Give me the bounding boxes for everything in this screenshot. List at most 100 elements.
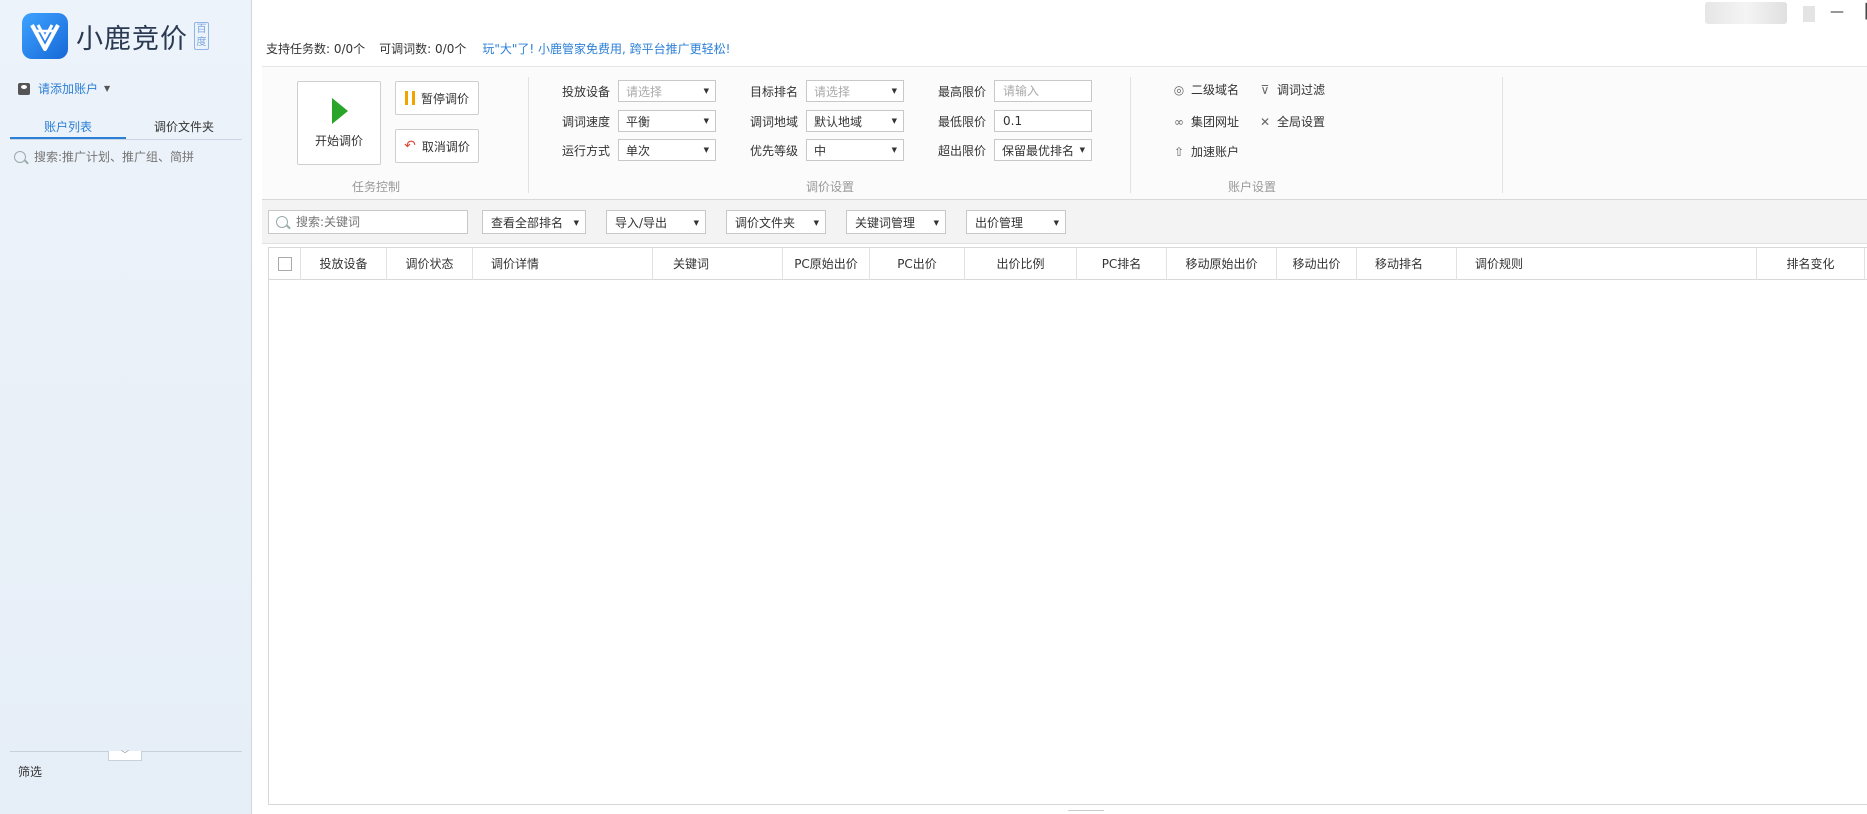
select-all-cell — [269, 248, 301, 280]
keyword-mgmt-dropdown[interactable]: 关键词管理 — [846, 210, 946, 234]
min-price-label: 最低限价 — [937, 114, 986, 129]
min-price-input[interactable] — [994, 110, 1092, 132]
priority-row: 优先等级 中 — [746, 139, 904, 161]
device-row: 投放设备 请选择 — [558, 80, 716, 102]
app-title: 小鹿竞价 — [76, 23, 188, 55]
chevron-down-icon: ▼ — [104, 84, 111, 93]
word-count: 可调词数: 0/0个 — [379, 42, 467, 56]
col-pc-original-bid[interactable]: PC原始出价 — [783, 248, 870, 280]
col-mobile-bid[interactable]: 移动出价 — [1277, 248, 1357, 280]
speed-label: 调词速度 — [561, 114, 610, 129]
col-pc-rank[interactable]: PC排名 — [1077, 248, 1167, 280]
play-icon — [332, 98, 348, 124]
table-header: 投放设备 调价状态 调价详情 关键词 PC原始出价 PC出价 出价比例 PC排名… — [269, 248, 1867, 280]
subdomain-link[interactable]: ◎ 二级域名 — [1172, 81, 1239, 98]
sidebar-tabs: 账户列表 调价文件夹 — [10, 116, 242, 140]
speed-select[interactable]: 平衡 — [618, 110, 716, 132]
region-select[interactable]: 默认地域 — [806, 110, 904, 132]
app-logo: 小鹿竞价 百度 — [22, 13, 209, 59]
maximize-button[interactable]: ▕ — [1856, 4, 1867, 20]
price-folder-dropdown[interactable]: 调价文件夹 — [726, 210, 826, 234]
pause-bidding-label: 暂停调价 — [420, 91, 469, 106]
divider — [1130, 77, 1131, 193]
blurred-icon — [1803, 6, 1815, 22]
col-rank-change[interactable]: 排名变化 — [1757, 248, 1865, 280]
max-price-label: 最高限价 — [937, 84, 986, 99]
tab-account-list[interactable]: 账户列表 — [10, 116, 126, 139]
pause-icon — [404, 91, 415, 105]
search-icon — [276, 216, 288, 228]
user-icon — [18, 82, 30, 95]
search-icon — [14, 151, 26, 163]
collapse-toggle-icon[interactable]: ﹀ — [108, 751, 142, 761]
col-bid-ratio[interactable]: 出价比例 — [965, 248, 1077, 280]
accelerate-label: 加速账户 — [1191, 145, 1240, 159]
minimize-button[interactable]: — — [1830, 4, 1844, 20]
start-bidding-label: 开始调价 — [314, 134, 363, 148]
priority-label: 优先等级 — [749, 143, 798, 158]
over-limit-label: 超出限价 — [937, 143, 986, 158]
mode-label: 运行方式 — [561, 143, 610, 158]
add-account-dropdown[interactable]: 请添加账户 ▼ — [18, 80, 110, 97]
deer-logo-icon — [22, 13, 68, 59]
device-select[interactable]: 请选择 — [618, 80, 716, 102]
tab-price-folder[interactable]: 调价文件夹 — [126, 116, 242, 139]
word-filter-link[interactable]: ⊽ 调词过滤 — [1258, 81, 1325, 98]
add-account-label: 请添加账户 — [38, 82, 99, 96]
sidebar: 小鹿竞价 百度 请添加账户 ▼ 账户列表 调价文件夹 ﹀ 筛选 — [0, 0, 252, 814]
device-label: 投放设备 — [561, 84, 610, 99]
region-row: 调词地域 默认地域 — [746, 110, 904, 132]
col-bid-rule[interactable]: 调价规则 — [1457, 248, 1757, 280]
start-bidding-button[interactable]: 开始调价 — [297, 81, 381, 165]
price-settings-caption: 调价设置 — [806, 180, 855, 194]
task-control-caption: 任务控制 — [352, 180, 401, 194]
col-bid-details[interactable]: 调价详情 — [473, 248, 653, 280]
rocket-icon: ⇧ — [1173, 144, 1185, 159]
target-rank-select[interactable]: 请选择 — [806, 80, 904, 102]
min-price-row: 最低限价 — [934, 110, 1092, 132]
control-panel: 开始调价 暂停调价 ↶ 取消调价 任务控制 投放设备 请选择 调词速度 平衡 运… — [262, 66, 1867, 200]
task-count: 支持任务数: 0/0个 — [266, 42, 366, 56]
cancel-bidding-button[interactable]: ↶ 取消调价 — [395, 129, 479, 163]
resize-handle[interactable] — [1068, 810, 1104, 814]
speed-row: 调词速度 平衡 — [558, 110, 716, 132]
max-price-input[interactable] — [994, 80, 1092, 102]
pause-bidding-button[interactable]: 暂停调价 — [395, 81, 479, 115]
over-limit-row: 超出限价 保留最优排名 — [934, 139, 1092, 161]
col-bid-status[interactable]: 调价状态 — [387, 248, 473, 280]
over-limit-select[interactable]: 保留最优排名 — [994, 139, 1092, 161]
divider — [528, 77, 529, 193]
global-settings-link[interactable]: ✕ 全局设置 — [1258, 113, 1325, 130]
group-url-label: 集团网址 — [1191, 115, 1240, 129]
grid-toolbar: 查看全部排名 导入/导出 调价文件夹 关键词管理 出价管理 — [262, 200, 1867, 244]
filter-label[interactable]: 筛选 — [18, 763, 42, 780]
max-price-row: 最高限价 — [934, 80, 1092, 102]
filter-icon: ⊽ — [1260, 82, 1270, 97]
col-mobile-original-bid[interactable]: 移动原始出价 — [1167, 248, 1277, 280]
mode-select[interactable]: 单次 — [618, 139, 716, 161]
col-keyword[interactable]: 关键词 — [653, 248, 783, 280]
promo-link[interactable]: 玩"大"了! 小鹿管家免费用, 跨平台推广更轻松! — [482, 40, 730, 57]
col-device[interactable]: 投放设备 — [301, 248, 387, 280]
blurred-user-area — [1705, 2, 1787, 24]
status-bar: 支持任务数: 0/0个 可调词数: 0/0个 玩"大"了! 小鹿管家免费用, 跨… — [266, 40, 730, 57]
sidebar-search — [14, 148, 240, 166]
platform-badge: 百度 — [194, 22, 209, 50]
accelerate-link[interactable]: ⇧ 加速账户 — [1172, 143, 1239, 160]
link-icon: ∞ — [1174, 114, 1184, 129]
keyword-table: 投放设备 调价状态 调价详情 关键词 PC原始出价 PC出价 出价比例 PC排名… — [268, 247, 1867, 805]
import-export-dropdown[interactable]: 导入/导出 — [606, 210, 706, 234]
undo-icon: ↶ — [404, 138, 416, 154]
sidebar-search-input[interactable] — [34, 150, 234, 164]
col-pc-bid[interactable]: PC出价 — [870, 248, 965, 280]
divider — [1502, 77, 1503, 193]
select-all-checkbox[interactable] — [277, 256, 292, 271]
keyword-search-input[interactable] — [296, 215, 456, 229]
view-rank-dropdown[interactable]: 查看全部排名 — [482, 210, 586, 234]
group-url-link[interactable]: ∞ 集团网址 — [1172, 113, 1239, 130]
subdomain-label: 二级域名 — [1191, 83, 1240, 97]
bid-mgmt-dropdown[interactable]: 出价管理 — [966, 210, 1066, 234]
priority-select[interactable]: 中 — [806, 139, 904, 161]
col-mobile-rank[interactable]: 移动排名 — [1357, 248, 1457, 280]
region-label: 调词地域 — [749, 114, 798, 129]
